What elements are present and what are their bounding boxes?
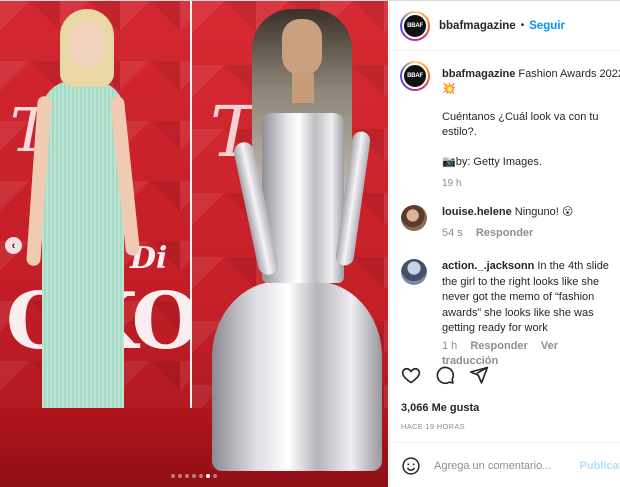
post-header: BBAF bbafmagazine • Seguir [390,1,620,51]
figure-face [70,21,104,67]
carousel-prev-button[interactable]: ‹ [5,237,22,254]
comment-meta: 54 s Responder [442,226,617,241]
comment-text: Ninguno! 😮 [514,206,574,218]
action-bar [400,361,615,389]
comment-time: 54 s [442,227,463,239]
carousel-indicator [0,474,388,478]
reply-button[interactable]: Responder [470,340,527,352]
add-comment-bar: Publicar [390,443,620,487]
carousel-dot [213,474,217,478]
comment-icon [436,366,455,385]
post-panel: BBAF bbafmagazine • Seguir BBAF bbafmaga… [389,1,620,487]
post-viewer: Tl Di OKO Tl ‹ BBAF bb [0,0,620,487]
silver-gown-skirt [212,281,382,471]
figure-face [282,19,322,75]
caption-credit: 📷by: Getty Images. [442,156,542,168]
comment-username[interactable]: louise.helene [442,206,512,218]
post-media-carousel[interactable]: Tl Di OKO Tl ‹ [0,1,388,487]
separator-dot: • [520,20,525,31]
comment-input[interactable] [434,459,594,472]
caption-question: Cuéntanos ¿Cuál look va con tu estilo?. [442,111,599,138]
avatar-logo: BBAF [402,63,428,89]
caption-text: bbafmagazine Fashion Awards 2022 💥 [442,67,620,97]
carousel-dot [192,474,196,478]
caption-username[interactable]: bbafmagazine [442,68,515,80]
commenter-avatar[interactable] [401,205,427,231]
likes-count[interactable]: 3,066 Me gusta [401,402,479,414]
account-username[interactable]: bbafmagazine [439,20,516,32]
caption-title: Fashion Awards 2022 [518,68,620,80]
heart-icon [401,367,421,384]
like-button[interactable] [400,364,422,386]
carousel-dot [185,474,189,478]
account-avatar[interactable]: BBAF [400,10,430,41]
caption-emoji: 💥 [442,83,456,95]
share-icon [469,366,489,384]
carousel-dot [171,474,175,478]
chevron-left-icon: ‹ [11,239,16,252]
carousel-dot [199,474,203,478]
emoji-button[interactable] [401,456,421,476]
share-button[interactable] [468,364,490,386]
comment-button[interactable] [434,364,456,386]
carousel-dot [178,474,182,478]
comments-list[interactable]: BBAF bbafmagazine Fashion Awards 2022 💥 … [390,52,620,367]
post-timestamp: HACE 19 HORAS [401,422,465,431]
caption-timestamp: 19 h [442,178,462,189]
commenter-avatar[interactable] [401,259,427,285]
carousel-dot [206,474,210,478]
reply-button[interactable]: Responder [476,227,533,239]
follow-button[interactable]: Seguir [529,20,565,32]
comment-username[interactable]: action._.jacksonn [442,260,534,272]
comment-item: louise.helene Ninguno! 😮 [442,205,617,220]
smiley-icon [402,456,420,475]
avatar-logo: BBAF [402,12,428,39]
comment-item: action._.jacksonn In the 4th slide the g… [442,259,617,337]
caption-avatar[interactable]: BBAF [400,61,430,91]
figure-neck [292,73,314,103]
post-comment-button[interactable]: Publicar [580,460,620,472]
comment-time: 1 h [442,340,458,352]
